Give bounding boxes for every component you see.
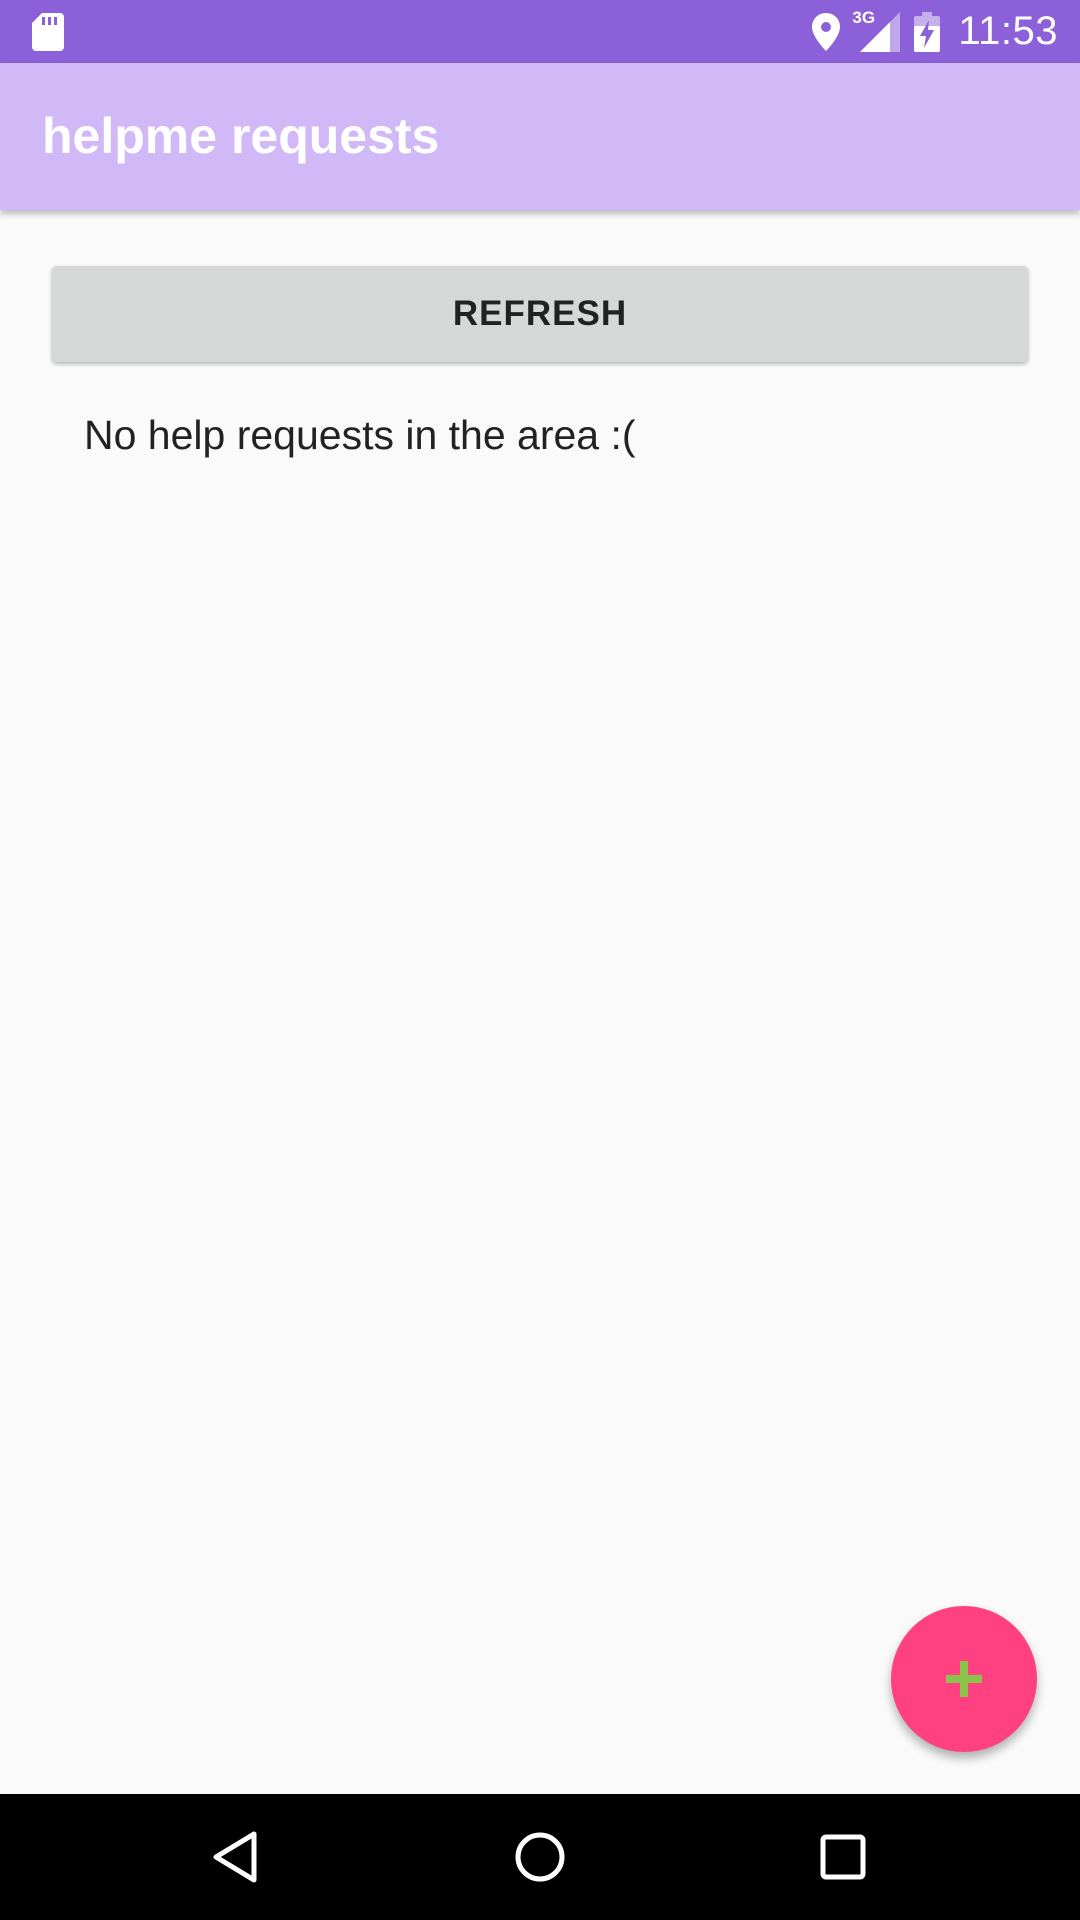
refresh-button[interactable]: REFRESH: [52, 266, 1028, 362]
status-time: 11:53: [958, 9, 1058, 53]
recents-icon: [820, 1834, 866, 1880]
back-icon: [213, 1831, 257, 1883]
network-type-label: 3G: [852, 7, 876, 27]
status-icons: 3G 11:53: [798, 0, 1058, 63]
empty-state-message: No help requests in the area :(: [84, 412, 636, 458]
location-icon: [812, 12, 841, 51]
screen: 3G 11:53 helpme requests REFRESH No help…: [0, 0, 1080, 1920]
recents-button[interactable]: [806, 1820, 880, 1894]
plus-icon: [946, 1661, 982, 1697]
app-title: helpme requests: [42, 108, 440, 164]
back-button[interactable]: [198, 1820, 272, 1894]
battery-charging-icon: [914, 11, 941, 52]
status-bar: 3G 11:53: [0, 0, 1080, 63]
home-icon: [515, 1832, 565, 1882]
app-bar: helpme requests: [0, 63, 1080, 210]
sd-card-icon: [32, 13, 64, 51]
add-request-button[interactable]: [891, 1606, 1037, 1752]
home-button[interactable]: [503, 1820, 577, 1894]
signal-icon: 3G: [852, 8, 901, 52]
navigation-bar: [0, 1794, 1080, 1920]
